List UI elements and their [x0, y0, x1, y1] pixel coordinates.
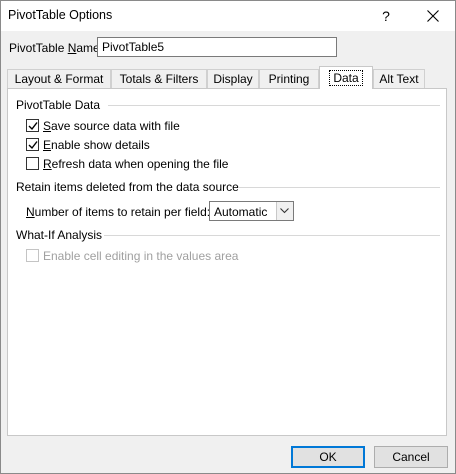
- close-icon: [427, 10, 439, 22]
- close-button[interactable]: [415, 2, 449, 30]
- items-to-retain-select[interactable]: Automatic: [209, 201, 294, 221]
- tab-layout-format[interactable]: Layout & Format: [7, 69, 111, 88]
- retain-items-section-title: Retain items deleted from the data sourc…: [16, 180, 239, 194]
- section-divider: [238, 187, 440, 188]
- help-button[interactable]: ?: [371, 2, 401, 30]
- pivottable-name-input[interactable]: [97, 37, 337, 57]
- section-divider: [104, 235, 440, 236]
- checkmark-icon: [28, 122, 38, 131]
- pivottable-data-section-title: PivotTable Data: [16, 98, 101, 112]
- pivottable-name-label: PivotTable Name:: [9, 41, 104, 55]
- tab-strip: Layout & Format Totals & Filters Display…: [7, 66, 447, 89]
- tab-data[interactable]: Data: [319, 66, 373, 89]
- tab-totals-filters[interactable]: Totals & Filters: [111, 69, 207, 88]
- save-source-data-label: Save source data with file: [43, 119, 180, 133]
- tab-display[interactable]: Display: [207, 69, 259, 88]
- tab-alt-text[interactable]: Alt Text: [373, 69, 425, 88]
- save-source-data-checkbox[interactable]: [26, 119, 39, 132]
- checkmark-icon: [28, 141, 38, 150]
- what-if-analysis-section-title: What-If Analysis: [16, 228, 103, 242]
- dialog-title: PivotTable Options: [8, 8, 113, 22]
- enable-show-details-label: Enable show details: [43, 138, 150, 152]
- chevron-down-icon: [280, 208, 289, 214]
- ok-button[interactable]: OK: [291, 446, 365, 468]
- enable-cell-editing-checkbox: [26, 249, 39, 262]
- data-tab-panel: PivotTable Data Save source data with fi…: [7, 88, 447, 436]
- refresh-on-open-checkbox[interactable]: [26, 157, 39, 170]
- cancel-button[interactable]: Cancel: [374, 446, 448, 468]
- items-to-retain-value: Automatic: [214, 205, 268, 219]
- tab-printing[interactable]: Printing: [259, 69, 319, 88]
- enable-cell-editing-label: Enable cell editing in the values area: [43, 249, 239, 263]
- dropdown-button[interactable]: [276, 202, 293, 220]
- pivottable-options-dialog: PivotTable Options ? PivotTable Name: La…: [0, 0, 456, 474]
- section-divider: [108, 105, 440, 106]
- refresh-on-open-label: Refresh data when opening the file: [43, 157, 229, 171]
- title-bar: PivotTable Options ?: [1, 1, 455, 31]
- items-to-retain-label: Number of items to retain per field:: [26, 205, 211, 219]
- enable-show-details-checkbox[interactable]: [26, 138, 39, 151]
